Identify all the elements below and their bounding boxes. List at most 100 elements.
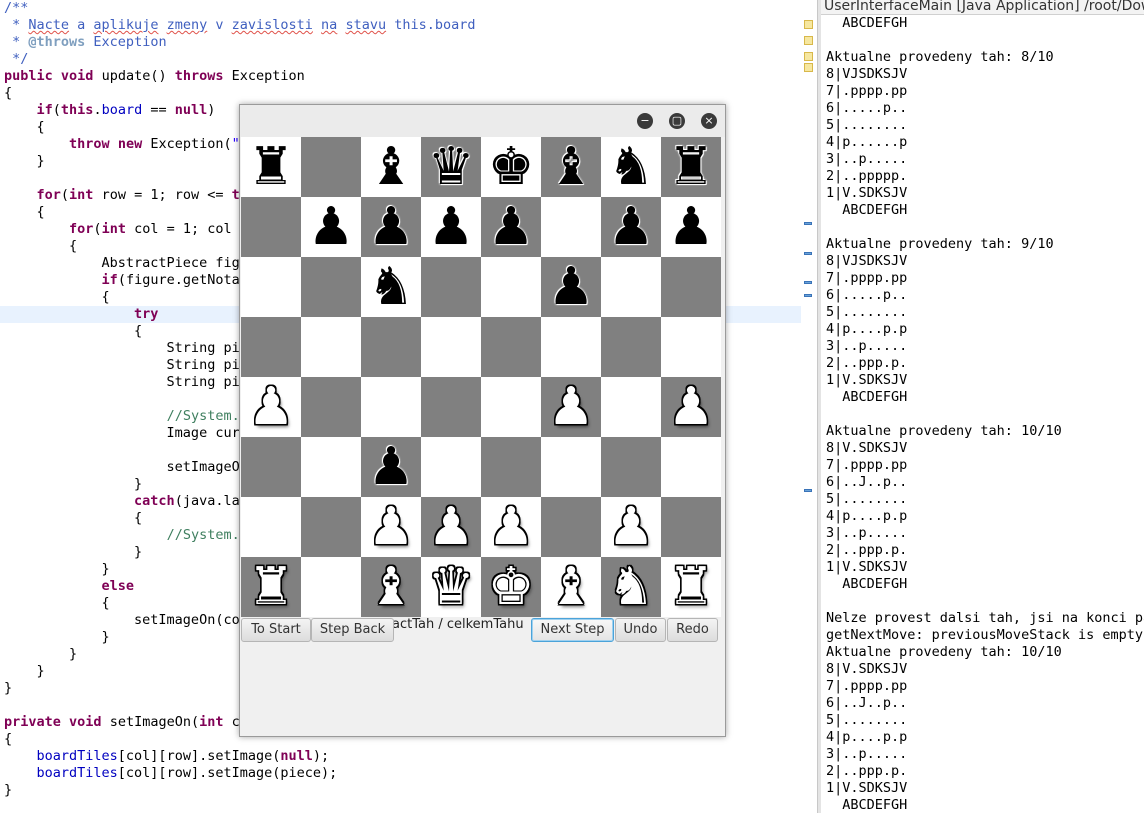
square-e6[interactable] (481, 257, 541, 317)
square-h5[interactable] (661, 317, 721, 377)
square-a1[interactable]: ♜ (241, 557, 301, 617)
warning-marker[interactable] (804, 36, 813, 45)
overview-ruler[interactable] (801, 0, 817, 813)
square-g1[interactable]: ♞ (601, 557, 661, 617)
square-h4[interactable]: ♟ (661, 377, 721, 437)
square-e4[interactable] (481, 377, 541, 437)
square-a5[interactable] (241, 317, 301, 377)
square-g8[interactable]: ♞ (601, 137, 661, 197)
black-pawn-icon[interactable]: ♟ (308, 197, 355, 257)
square-f1[interactable]: ♝ (541, 557, 601, 617)
square-h1[interactable]: ♜ (661, 557, 721, 617)
square-c4[interactable] (361, 377, 421, 437)
white-queen-icon[interactable]: ♛ (428, 557, 475, 617)
black-pawn-icon[interactable]: ♟ (548, 257, 595, 317)
white-bishop-icon[interactable]: ♝ (548, 557, 595, 617)
square-g5[interactable] (601, 317, 661, 377)
white-pawn-icon[interactable]: ♟ (248, 377, 295, 437)
square-b2[interactable] (301, 497, 361, 557)
square-d5[interactable] (421, 317, 481, 377)
square-f5[interactable] (541, 317, 601, 377)
square-h6[interactable] (661, 257, 721, 317)
square-c1[interactable]: ♝ (361, 557, 421, 617)
square-a4[interactable]: ♟ (241, 377, 301, 437)
square-b4[interactable] (301, 377, 361, 437)
square-e1[interactable]: ♚ (481, 557, 541, 617)
square-f7[interactable] (541, 197, 601, 257)
square-e3[interactable] (481, 437, 541, 497)
square-c3[interactable]: ♟ (361, 437, 421, 497)
occurrence-marker[interactable] (804, 281, 812, 284)
black-pawn-icon[interactable]: ♟ (668, 197, 715, 257)
chess-window[interactable]: − ▢ × ♜ ♝ ♛ ♚ ♝ ♞ ♜ ♟ ♟ ♟ ♟ ♟ ♟ ♞ ♟ ♟ ♟ ♟ ♟ ♟ ♟ ♟ ♟ ♜ ♝ ♛ ♚ ♝ ♞ ♜ act… (239, 104, 726, 737)
square-h8[interactable]: ♜ (661, 137, 721, 197)
square-a8[interactable]: ♜ (241, 137, 301, 197)
minimize-icon[interactable]: − (637, 113, 653, 129)
square-d2[interactable]: ♟ (421, 497, 481, 557)
next-step-button[interactable]: Next Step (531, 618, 614, 642)
to-start-button[interactable]: To Start (241, 618, 311, 642)
maximize-icon[interactable]: ▢ (669, 113, 685, 129)
window-titlebar[interactable]: − ▢ × (240, 105, 725, 137)
square-c8[interactable]: ♝ (361, 137, 421, 197)
square-b7[interactable]: ♟ (301, 197, 361, 257)
square-e7[interactable]: ♟ (481, 197, 541, 257)
square-g6[interactable] (601, 257, 661, 317)
square-b1[interactable] (301, 557, 361, 617)
square-b5[interactable] (301, 317, 361, 377)
chess-board[interactable]: ♜ ♝ ♛ ♚ ♝ ♞ ♜ ♟ ♟ ♟ ♟ ♟ ♟ ♞ ♟ ♟ ♟ ♟ ♟ ♟ ♟ ♟ ♟ ♜ ♝ ♛ ♚ ♝ ♞ ♜ (241, 137, 721, 617)
square-c2[interactable]: ♟ (361, 497, 421, 557)
white-rook-icon[interactable]: ♜ (668, 557, 715, 617)
black-knight-icon[interactable]: ♞ (368, 257, 415, 317)
square-a7[interactable] (241, 197, 301, 257)
square-b6[interactable] (301, 257, 361, 317)
black-queen-icon[interactable]: ♛ (428, 137, 475, 197)
square-f3[interactable] (541, 437, 601, 497)
square-d6[interactable] (421, 257, 481, 317)
black-rook-icon[interactable]: ♜ (248, 137, 295, 197)
white-rook-icon[interactable]: ♜ (248, 557, 295, 617)
occurrence-marker[interactable] (804, 489, 812, 492)
console-view[interactable]: UserInterfaceMain [Java Application] /ro… (821, 0, 1144, 813)
black-pawn-icon[interactable]: ♟ (608, 197, 655, 257)
square-c7[interactable]: ♟ (361, 197, 421, 257)
square-a3[interactable] (241, 437, 301, 497)
black-knight-icon[interactable]: ♞ (608, 137, 655, 197)
white-bishop-icon[interactable]: ♝ (368, 557, 415, 617)
square-e5[interactable] (481, 317, 541, 377)
white-king-icon[interactable]: ♚ (488, 557, 535, 617)
square-f4[interactable]: ♟ (541, 377, 601, 437)
black-bishop-icon[interactable]: ♝ (548, 137, 595, 197)
occurrence-marker[interactable] (804, 252, 812, 255)
occurrence-marker[interactable] (804, 222, 812, 225)
square-d7[interactable]: ♟ (421, 197, 481, 257)
square-e2[interactable]: ♟ (481, 497, 541, 557)
black-pawn-icon[interactable]: ♟ (488, 197, 535, 257)
black-pawn-icon[interactable]: ♟ (368, 197, 415, 257)
warning-marker[interactable] (804, 52, 813, 61)
square-d4[interactable] (421, 377, 481, 437)
white-pawn-icon[interactable]: ♟ (428, 497, 475, 557)
redo-button[interactable]: Redo (667, 618, 718, 642)
square-g7[interactable]: ♟ (601, 197, 661, 257)
occurrence-marker[interactable] (804, 294, 812, 297)
square-e8[interactable]: ♚ (481, 137, 541, 197)
step-back-button[interactable]: Step Back (311, 618, 394, 642)
square-d3[interactable] (421, 437, 481, 497)
white-pawn-icon[interactable]: ♟ (488, 497, 535, 557)
square-a2[interactable] (241, 497, 301, 557)
square-h3[interactable] (661, 437, 721, 497)
square-f8[interactable]: ♝ (541, 137, 601, 197)
square-d8[interactable]: ♛ (421, 137, 481, 197)
square-c5[interactable] (361, 317, 421, 377)
square-f6[interactable]: ♟ (541, 257, 601, 317)
black-pawn-icon[interactable]: ♟ (428, 197, 475, 257)
square-d1[interactable]: ♛ (421, 557, 481, 617)
square-c6[interactable]: ♞ (361, 257, 421, 317)
square-b8[interactable] (301, 137, 361, 197)
square-h7[interactable]: ♟ (661, 197, 721, 257)
square-g4[interactable] (601, 377, 661, 437)
black-king-icon[interactable]: ♚ (488, 137, 535, 197)
square-g2[interactable]: ♟ (601, 497, 661, 557)
square-a6[interactable] (241, 257, 301, 317)
